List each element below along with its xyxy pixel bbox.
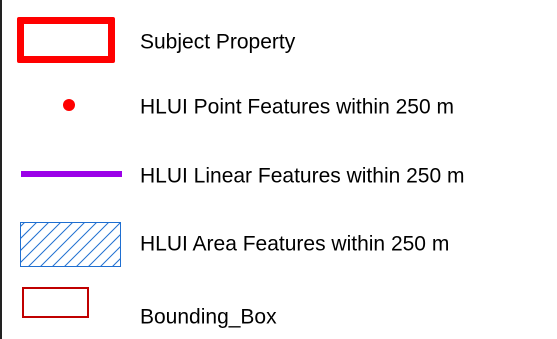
area-feature-symbol <box>20 222 121 267</box>
legend-label-area-features: HLUI Area Features within 250 m <box>140 232 450 256</box>
legend-item-subject-property: Subject Property <box>0 17 557 67</box>
map-legend: Subject Property HLUI Point Features wit… <box>0 0 557 339</box>
legend-label-linear-features: HLUI Linear Features within 250 m <box>140 164 465 188</box>
legend-label-bounding-box: Bounding_Box <box>140 305 277 329</box>
legend-label-point-features: HLUI Point Features within 250 m <box>140 95 454 119</box>
legend-item-area-features: HLUI Area Features within 250 m <box>0 219 557 269</box>
point-feature-symbol <box>63 99 75 111</box>
legend-item-point-features: HLUI Point Features within 250 m <box>0 82 557 132</box>
bounding-box-symbol <box>22 287 89 318</box>
legend-item-linear-features: HLUI Linear Features within 250 m <box>0 151 557 201</box>
legend-item-bounding-box: Bounding_Box <box>0 287 557 339</box>
linear-feature-symbol <box>21 171 122 177</box>
legend-label-subject-property: Subject Property <box>140 30 296 54</box>
subject-property-symbol <box>17 17 115 63</box>
